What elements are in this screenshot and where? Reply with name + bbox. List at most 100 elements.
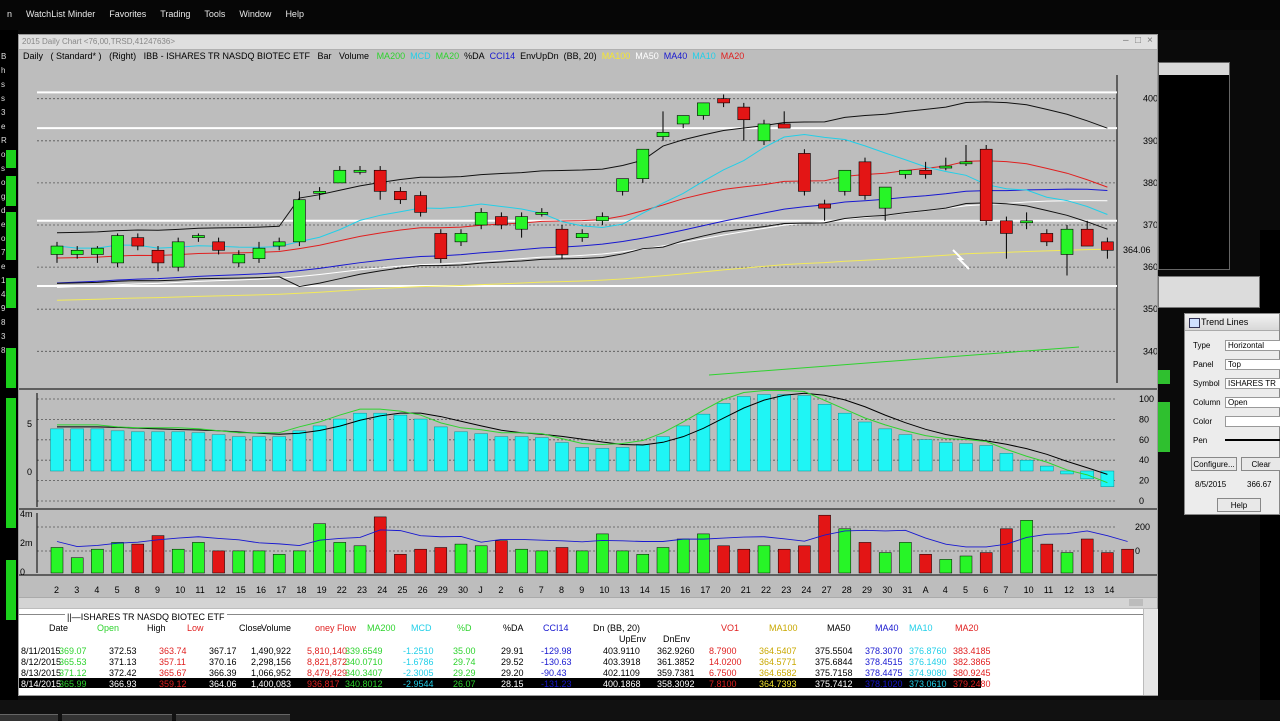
study-label[interactable]: CCI14 [490,51,516,61]
table-cell[interactable]: 8.7900 [709,646,737,656]
table-cell[interactable]: 28.15 [501,679,524,689]
trend-field-symbol[interactable]: ISHARES TR [1225,378,1280,389]
table-cell[interactable]: 364.7393 [759,679,797,689]
menu-item[interactable]: Trading [153,9,197,19]
column-header[interactable]: MA200 [367,623,396,633]
table-cell[interactable]: 357.11 [159,657,186,667]
trend-field-color[interactable] [1225,416,1280,427]
study-label[interactable]: MA100 [602,51,631,61]
column-header[interactable]: High [147,623,166,633]
table-cell[interactable]: 371.13 [109,657,137,667]
table-cell[interactable]: 8,479,429 [307,668,347,678]
study-label[interactable]: EnvUpDn [520,51,559,61]
column-header[interactable]: MA50 [827,623,851,633]
table-cell[interactable]: 29.29 [453,668,476,678]
table-cell[interactable]: 6.7500 [709,668,737,678]
trend-field-panel[interactable]: Top [1225,359,1280,370]
table-cell[interactable]: 8/12/2015 [21,657,61,667]
menu-item[interactable]: Favorites [102,9,153,19]
table-cell[interactable]: 359.12 [159,679,187,689]
table-cell[interactable]: 364.5771 [759,657,797,667]
table-cell[interactable]: 378.4515 [865,657,903,667]
table-cell[interactable]: 29.74 [453,657,476,667]
table-cell[interactable]: 29.91 [501,646,524,656]
clear-button[interactable]: Clear [1241,457,1280,471]
study-label[interactable]: MA200 [377,51,406,61]
axis-label[interactable]: (Right) [109,51,136,61]
table-cell[interactable]: 379.2480 [953,679,991,689]
table-cell[interactable]: 35.00 [453,646,476,656]
menu-item[interactable]: Window [232,9,278,19]
table-cell[interactable]: 403.3918 [603,657,641,667]
table-cell[interactable]: 340.8012 [345,679,383,689]
table-cell[interactable]: 373.0610 [909,679,947,689]
table-cell[interactable]: 376.1490 [909,657,947,667]
column-header[interactable]: Date [49,623,68,633]
table-cell[interactable]: 26.07 [453,679,476,689]
column-header[interactable]: %DA [503,623,524,633]
study-label[interactable]: (BB, 20) [564,51,597,61]
column-header[interactable]: MA20 [955,623,979,633]
chart-type-label[interactable]: Bar [317,51,331,61]
column-header[interactable]: CCI14 [543,623,569,633]
symbol-label[interactable]: IBB - ISHARES TR NASDQ BIOTEC ETF [144,51,310,61]
trend-field-pen[interactable] [1225,435,1280,441]
table-cell[interactable]: 2,298,156 [251,657,291,667]
table-cell[interactable]: 29.52 [501,657,524,667]
column-header[interactable]: Close [239,623,262,633]
table-cell[interactable]: 8/13/2015 [21,668,61,678]
table-cell[interactable]: 1,490,922 [251,646,291,656]
table-cell[interactable]: 339.6549 [345,646,383,656]
menu-item[interactable]: n [0,9,19,19]
table-cell[interactable]: -2.3005 [403,668,434,678]
table-cell[interactable]: 1,400,083 [251,679,291,689]
column-header[interactable]: Volume [261,623,291,633]
table-cell[interactable]: 378.3070 [865,646,903,656]
table-cell[interactable]: 1,066,952 [251,668,291,678]
table-cell[interactable]: 378.1020 [865,679,903,689]
table-cell[interactable]: 8/14/2015 [21,679,61,689]
table-cell[interactable]: 378.4475 [865,668,903,678]
table-cell[interactable]: 369.07 [59,646,87,656]
configure-button[interactable]: Configure... [1191,457,1237,471]
study-label[interactable]: MCD [410,51,431,61]
table-cell[interactable]: 375.7412 [815,679,853,689]
study-label[interactable]: MA50 [635,51,659,61]
scroll-thumb[interactable] [1129,599,1143,606]
menu-item[interactable]: Help [278,9,311,19]
column-header[interactable]: Low [187,623,204,633]
column-header[interactable]: Open [97,623,119,633]
chart-window-titlebar[interactable]: 2015 Daily Chart <76,00,TRSD,41247636> –… [19,35,1157,50]
study-label[interactable]: MA10 [692,51,716,61]
table-cell[interactable]: 8/11/2015 [21,646,60,656]
study-label[interactable]: MA20 [721,51,745,61]
data-vertical-scrollbar[interactable] [1143,609,1158,695]
study-label[interactable]: %DA [464,51,485,61]
table-cell[interactable]: 361.3852 [657,657,695,667]
table-cell[interactable]: 383.4185 [953,646,991,656]
table-cell[interactable]: 363.74 [159,646,187,656]
menu-item[interactable]: WatchList Minder [19,9,102,19]
table-cell[interactable]: 366.39 [209,668,237,678]
table-cell[interactable]: 364.5407 [759,646,797,656]
price-chart[interactable]: 400390380370360350340364.061008060402005… [19,63,1157,597]
help-button[interactable]: Help [1217,498,1261,512]
table-cell[interactable]: 5,810,140 [307,646,347,656]
table-cell[interactable]: 375.5504 [815,646,853,656]
table-cell[interactable]: 375.6844 [815,657,853,667]
table-cell[interactable]: 380.9245 [953,668,991,678]
column-header[interactable]: oney Flow [315,623,356,633]
table-cell[interactable]: -2.9544 [403,679,434,689]
table-cell[interactable]: 7.8100 [709,679,737,689]
trend-field-column[interactable]: Open [1225,397,1280,408]
minimize-icon[interactable]: – [1123,35,1129,46]
table-cell[interactable]: 376.8760 [909,646,947,656]
table-cell[interactable]: -131.23 [541,679,572,689]
table-cell[interactable]: 364.06 [209,679,237,689]
maximize-icon[interactable]: □ [1135,35,1141,46]
table-cell[interactable]: 358.3092 [657,679,695,689]
menu-item[interactable]: Tools [197,9,232,19]
column-header[interactable]: Dn (BB, 20) [593,623,640,633]
column-header[interactable]: MCD [411,623,432,633]
table-cell[interactable]: -1.6786 [403,657,434,667]
